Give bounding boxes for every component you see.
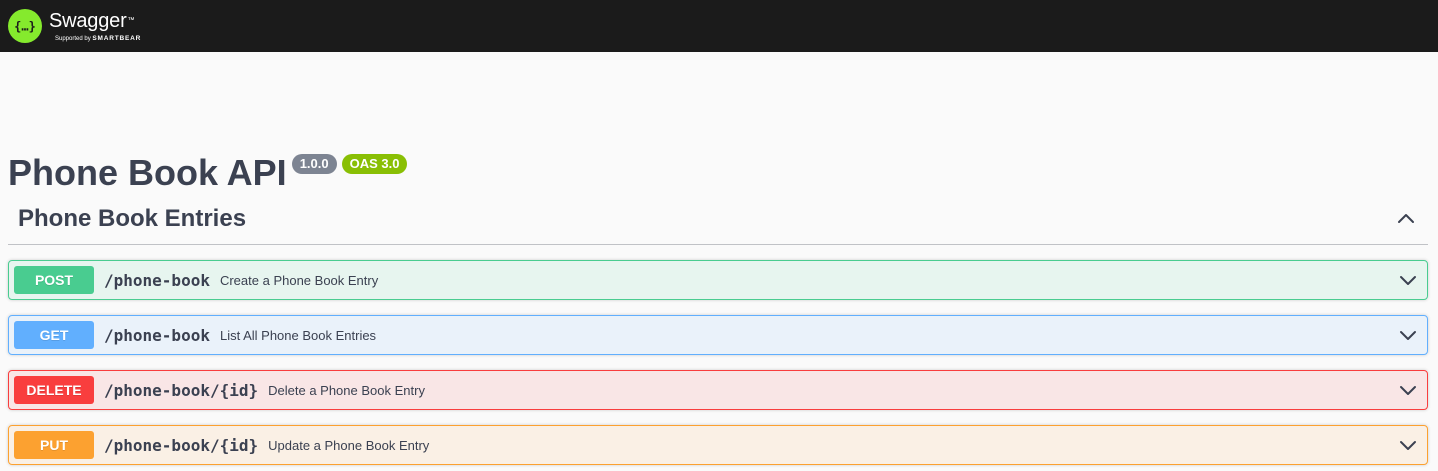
method-badge: DELETE — [14, 376, 94, 404]
section-header[interactable]: Phone Book Entries — [8, 193, 1428, 245]
trademark: ™ — [127, 16, 135, 24]
operation-path: /phone-book — [104, 270, 210, 290]
oas-badge: OAS 3.0 — [341, 154, 408, 174]
operation-get-phone-book[interactable]: GET /phone-book List All Phone Book Entr… — [8, 315, 1428, 355]
method-badge: PUT — [14, 431, 94, 459]
chevron-down-icon[interactable] — [1398, 435, 1418, 455]
tag-section: Phone Book Entries POST /phone-book Crea… — [8, 193, 1428, 465]
api-info: Phone Book API 1.0.0 OAS 3.0 — [0, 52, 1438, 193]
operation-path: /phone-book/{id} — [104, 435, 259, 455]
operation-post-phone-book[interactable]: POST /phone-book Create a Phone Book Ent… — [8, 260, 1428, 300]
swagger-logo[interactable]: {…} Swagger™ Supported by SMARTBEAR — [8, 9, 141, 43]
operation-delete-phone-book-id[interactable]: DELETE /phone-book/{id} Delete a Phone B… — [8, 370, 1428, 410]
operation-summary: Delete a Phone Book Entry — [268, 382, 425, 398]
method-badge: GET — [14, 321, 94, 349]
operation-summary: Update a Phone Book Entry — [268, 437, 430, 453]
operation-path: /phone-book — [104, 325, 210, 345]
operation-path: /phone-book/{id} — [104, 380, 259, 400]
brand-name: Swagger™ — [49, 9, 135, 32]
version-badge: 1.0.0 — [291, 154, 337, 174]
api-title-text: Phone Book API — [8, 152, 287, 193]
section-title: Phone Book Entries — [18, 204, 247, 232]
logo-glyph: {…} — [14, 20, 36, 34]
api-title: Phone Book API 1.0.0 OAS 3.0 — [8, 152, 408, 194]
swagger-logo-icon: {…} — [8, 9, 42, 43]
operation-summary: Create a Phone Book Entry — [219, 272, 379, 288]
operation-put-phone-book-id[interactable]: PUT /phone-book/{id} Update a Phone Book… — [8, 425, 1428, 465]
brand-tagline: Supported by SMARTBEAR — [55, 34, 142, 42]
chevron-down-icon[interactable] — [1398, 270, 1418, 290]
chevron-down-icon[interactable] — [1398, 325, 1418, 345]
operation-summary: List All Phone Book Entries — [219, 327, 377, 343]
method-badge: POST — [14, 266, 94, 294]
logo-text: Swagger™ Supported by SMARTBEAR — [49, 10, 141, 43]
chevron-down-icon[interactable] — [1398, 380, 1418, 400]
topbar: {…} Swagger™ Supported by SMARTBEAR — [0, 0, 1438, 52]
chevron-up-icon[interactable] — [1396, 209, 1416, 229]
